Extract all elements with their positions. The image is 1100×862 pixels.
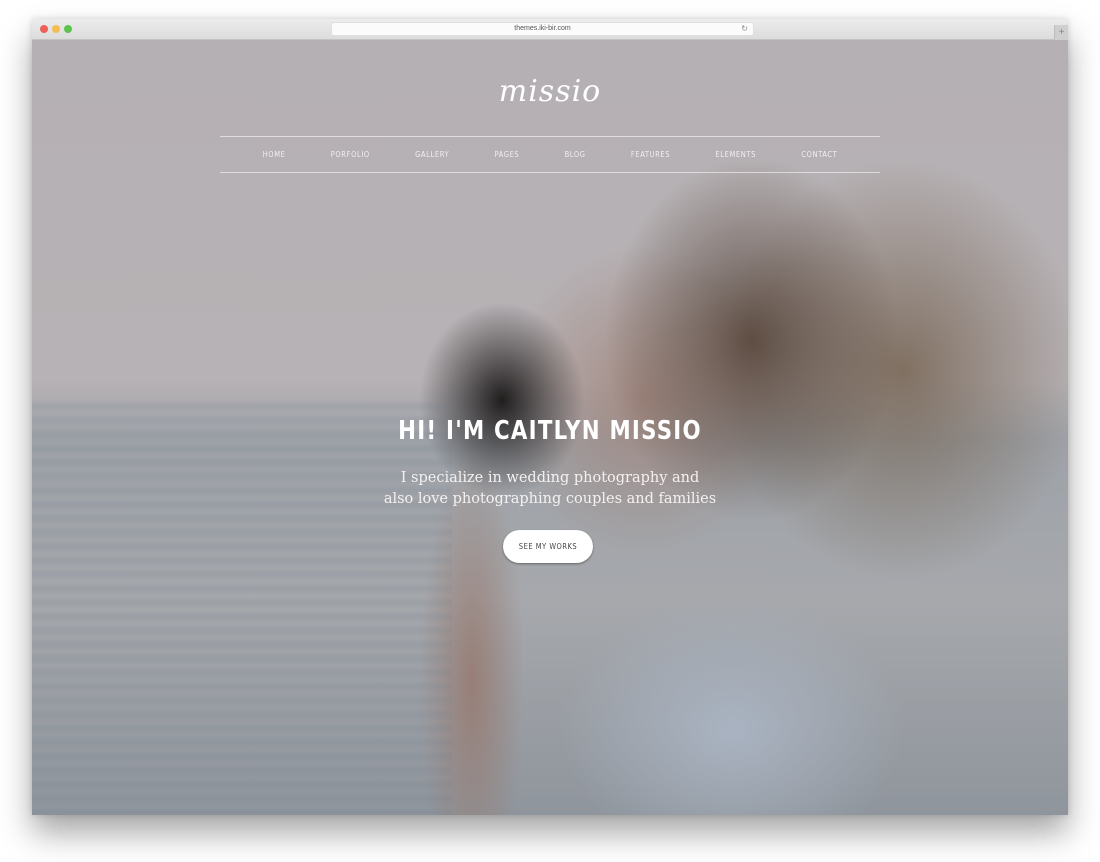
nav-item-portfolio[interactable]: PORFOLIO <box>331 150 370 159</box>
nav-item-contact[interactable]: CONTACT <box>801 150 837 159</box>
see-my-works-button[interactable]: SEE MY WORKS <box>503 530 593 563</box>
site-logo[interactable]: missio <box>32 74 1068 109</box>
hero-section: missio HOME PORFOLIO GALLERY PAGES BLOG … <box>32 40 1068 815</box>
hero-background-image <box>32 400 452 815</box>
nav-divider-bottom <box>220 172 880 173</box>
hero-subtitle-line-2: also love photographing couples and fami… <box>383 491 717 507</box>
nav-item-elements[interactable]: ELEMENTS <box>715 150 756 159</box>
maximize-window-button[interactable] <box>64 25 72 33</box>
hero-subtitle-line-1: I specialize in wedding photography and <box>400 470 700 486</box>
nav-item-gallery[interactable]: GALLERY <box>415 150 449 159</box>
hero-headline: HI! I'M CAITLYN MISSIO <box>398 416 702 446</box>
plus-icon[interactable]: + <box>1054 25 1068 40</box>
nav-item-blog[interactable]: BLOG <box>565 150 586 159</box>
close-window-button[interactable] <box>40 25 48 33</box>
nav-item-pages[interactable]: PAGES <box>494 150 519 159</box>
hero-subtitle: I specialize in wedding photography and … <box>32 468 1068 510</box>
nav-item-features[interactable]: FEATURES <box>631 150 670 159</box>
reload-icon[interactable]: ↻ <box>741 23 748 35</box>
minimize-window-button[interactable] <box>52 25 60 33</box>
nav-item-home[interactable]: HOME <box>263 150 286 159</box>
browser-toolbar: themes.iki-bir.com ↻ + <box>32 19 1068 40</box>
main-navigation: HOME PORFOLIO GALLERY PAGES BLOG FEATURE… <box>220 137 880 172</box>
address-bar[interactable]: themes.iki-bir.com ↻ <box>331 22 754 36</box>
browser-window: themes.iki-bir.com ↻ + missio HOME PORFO… <box>32 19 1068 815</box>
url-text: themes.iki-bir.com <box>514 25 571 32</box>
